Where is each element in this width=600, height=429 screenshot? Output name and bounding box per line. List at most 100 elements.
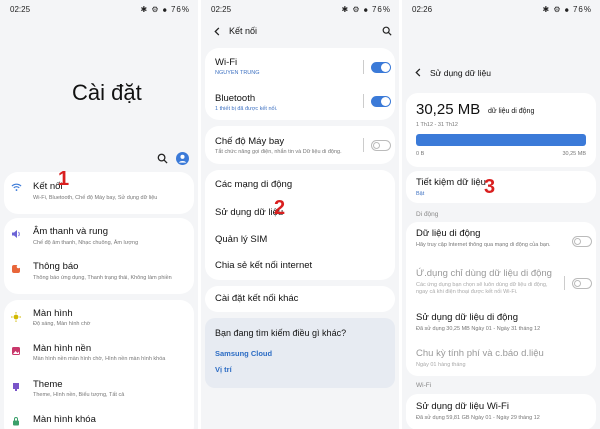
data-saver-label: Tiết kiệm dữ liệu <box>416 177 486 188</box>
bluetooth-toggle[interactable] <box>371 96 391 107</box>
card-connections: Kết nối Wi-Fi, Bluetooth, Chế độ Máy bay… <box>4 172 194 214</box>
step-number: 2 <box>274 197 286 219</box>
samsung-cloud-link[interactable]: Samsung Cloud <box>215 349 272 358</box>
brightness-icon <box>11 312 21 322</box>
sim-manager-item[interactable]: Quản lý SIM <box>205 224 395 251</box>
lock-icon <box>13 417 19 426</box>
more-connection-settings-item[interactable]: Cài đặt kết nối khác <box>205 286 395 312</box>
settings-item-connections[interactable]: Kết nối Wi-Fi, Bluetooth, Chế độ Máy bay… <box>4 172 194 214</box>
mobile-data-only-apps-label: Ứ.dụng chỉ dùng dữ liệu di động <box>416 268 552 279</box>
wifi-row[interactable]: Wi-Fi NGUYEN TRUNG <box>205 48 395 84</box>
theme-icon <box>13 383 19 391</box>
bluetooth-row[interactable]: Bluetooth 1 thiết bị đã được kết nối. <box>205 84 395 120</box>
settings-item-sub: Chế độ âm thanh, Nhạc chuông, Âm lượng <box>33 240 139 246</box>
status-icons: ✱ ⚙ ⦁ 76% <box>341 5 391 14</box>
wifi-network-name: NGUYEN TRUNG <box>215 70 260 76</box>
wifi-label: Wi-Fi <box>215 57 238 68</box>
date-range: 1 Th12 - 31 Th12 <box>416 122 458 128</box>
mobile-data-usage-item[interactable]: Sử dụng dữ liệu di động Đã sử dụng 30,25… <box>406 306 596 340</box>
wallpaper-icon <box>12 347 20 355</box>
status-time: 02:25 <box>10 5 31 14</box>
settings-item-notifications[interactable]: Thông báo Thông báo ứng dụng, Thanh trạn… <box>4 256 194 294</box>
search-icon[interactable] <box>382 26 392 36</box>
airplane-mode-toggle[interactable] <box>371 140 391 151</box>
settings-item-sub: Thông báo ứng dụng, Thanh trạng thái, Kh… <box>33 275 172 281</box>
card-airplane: Chế độ Máy bay Tắt chức năng gọi điện, n… <box>205 126 395 164</box>
data-usage-item[interactable]: Sử dụng dữ liệu <box>205 197 395 224</box>
mobile-data-item[interactable]: Dữ liệu di động Hãy truy cập Internet th… <box>406 222 596 260</box>
menu-item-label: Chia sẻ kết nối internet <box>215 260 313 271</box>
usage-summary-card: 30,25 MB dữ liệu di động 1 Th12 - 31 Th1… <box>406 93 596 167</box>
status-icons: ✱ ⚙ ⦁ 76% <box>140 5 190 14</box>
menu-item-label: Các mạng di động <box>215 179 293 190</box>
settings-item-label: Màn hình khóa <box>33 414 96 425</box>
divider <box>363 60 364 74</box>
settings-item-label: Màn hình nền <box>33 343 92 354</box>
back-arrow-icon[interactable] <box>213 27 222 36</box>
mobile-data-sub: Hãy truy cập Internet thông qua mạng di … <box>416 242 551 248</box>
mobile-data-label: Dữ liệu di động <box>416 228 481 239</box>
data-saver-card: Tiết kiệm dữ liệu Bật <box>406 171 596 203</box>
status-time: 02:26 <box>412 5 433 14</box>
card-more: Cài đặt kết nối khác <box>205 286 395 312</box>
status-bar: 02:25 ✱ ⚙ ⦁ 76% <box>0 0 198 18</box>
bar-min-label: 0 B <box>416 151 425 157</box>
settings-item-theme[interactable]: Theme Theme, Hình nền, Biểu tượng, Tất c… <box>4 372 194 408</box>
card-display: Màn hình Độ sáng, Màn hình chờ Màn hình … <box>4 300 194 429</box>
settings-item-label: Thông báo <box>33 261 79 272</box>
data-saver-status: Bật <box>416 191 425 197</box>
data-amount-label: dữ liệu di động <box>488 108 535 115</box>
wifi-data-usage-item[interactable]: Sử dụng dữ liệu Wi-Fi Đã sử dụng 59,81 G… <box>406 394 596 429</box>
mobile-data-card: Dữ liệu di động Hãy truy cập Internet th… <box>406 222 596 376</box>
mobile-networks-item[interactable]: Các mạng di động <box>205 170 395 197</box>
wifi-toggle[interactable] <box>371 62 391 73</box>
settings-item-label: Âm thanh và rung <box>33 226 108 237</box>
settings-item-sub: Wi-Fi, Bluetooth, Chế độ Máy bay, Sử dụn… <box>33 195 158 201</box>
step-number: 3 <box>484 176 496 198</box>
card-sound-notify: Âm thanh và rung Chế độ âm thanh, Nhạc c… <box>4 218 194 294</box>
search-icon[interactable] <box>157 153 168 164</box>
billing-cycle-label: Chu kỳ tính phí và c.báo d.liệu <box>416 348 544 359</box>
suggestions-card: Bạn đang tìm kiếm điều gì khác? Samsung … <box>205 318 395 388</box>
data-amount: 30,25 MB <box>416 101 481 118</box>
hotspot-tethering-item[interactable]: Chia sẻ kết nối internet <box>205 251 395 280</box>
location-link[interactable]: Vị trí <box>215 365 232 374</box>
step-number: 1 <box>58 168 70 190</box>
section-header-mobile: Di động <box>416 211 439 218</box>
wifi-data-usage-sub: Đã sử dụng 59,81 GB Ngày 01 - Ngày 29 th… <box>416 415 540 421</box>
settings-screen: 02:25 ✱ ⚙ ⦁ 76% Cài đặt Kết nối Wi-Fi, B… <box>0 0 198 429</box>
status-time: 02:25 <box>211 5 232 14</box>
wifi-data-usage-label: Sử dụng dữ liệu Wi-Fi <box>416 401 509 412</box>
speaker-icon <box>12 230 20 238</box>
menu-item-label: Quản lý SIM <box>215 234 268 245</box>
page-title: Cài đặt <box>72 80 142 105</box>
back-arrow-icon[interactable] <box>414 68 423 77</box>
bar-max-label: 30,25 MB <box>562 151 586 157</box>
menu-item-label: Cài đặt kết nối khác <box>215 293 299 304</box>
settings-item-wallpaper[interactable]: Màn hình nền Màn hình nền màn hình chờ, … <box>4 336 194 372</box>
settings-item-lockscreen[interactable]: Màn hình khóa <box>4 408 194 429</box>
settings-item-sound[interactable]: Âm thanh và rung Chế độ âm thanh, Nhạc c… <box>4 218 194 256</box>
bluetooth-status: 1 thiết bị đã được kết nối. <box>215 106 278 112</box>
billing-cycle-sub: Ngày 01 hàng tháng <box>416 362 466 368</box>
card-wireless: Wi-Fi NGUYEN TRUNG Bluetooth 1 thiết bị … <box>205 48 395 120</box>
mobile-data-toggle[interactable] <box>572 236 592 247</box>
mobile-data-only-apps-item[interactable]: Ứ.dụng chỉ dùng dữ liệu di động Các ứng … <box>406 262 596 302</box>
settings-item-label: Theme <box>33 379 63 390</box>
billing-cycle-item[interactable]: Chu kỳ tính phí và c.báo d.liệu Ngày 01 … <box>406 342 596 376</box>
wifi-icon <box>11 183 22 191</box>
airplane-mode-label: Chế độ Máy bay <box>215 136 285 147</box>
settings-item-sub: Màn hình nền màn hình chờ, Hình nền màn … <box>33 356 166 362</box>
data-saver-item[interactable]: Tiết kiệm dữ liệu Bật <box>406 171 596 203</box>
settings-item-label: Màn hình <box>33 308 73 319</box>
page-header: Sử dụng dữ liệu <box>430 68 492 78</box>
settings-item-display[interactable]: Màn hình Độ sáng, Màn hình chờ <box>4 300 194 336</box>
divider <box>363 138 364 152</box>
mobile-data-only-apps-toggle[interactable] <box>572 278 592 289</box>
usage-bar <box>416 134 586 146</box>
status-bar: 02:26 ✱ ⚙ ⦁ 76% <box>402 0 600 18</box>
airplane-mode-row[interactable]: Chế độ Máy bay Tắt chức năng gọi điện, n… <box>205 126 395 164</box>
section-header-wifi: Wi-Fi <box>416 382 432 389</box>
profile-icon[interactable] <box>176 152 189 165</box>
screenshot-composite: 02:25 ✱ ⚙ ⦁ 76% Cài đặt Kết nối Wi-Fi, B… <box>0 0 600 429</box>
